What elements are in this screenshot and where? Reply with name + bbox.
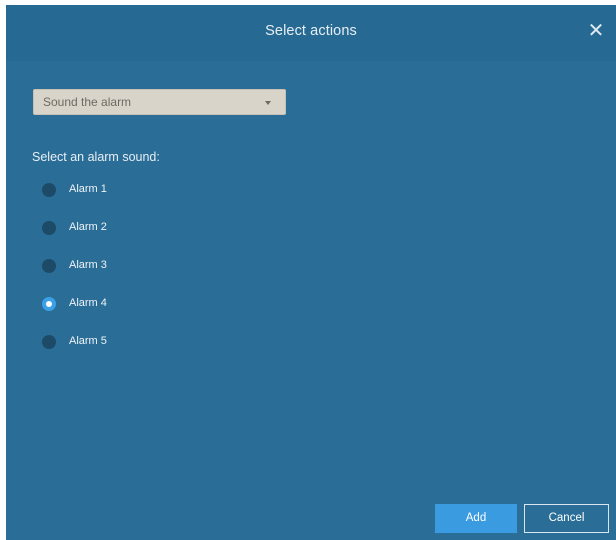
radio-label: Alarm 1	[69, 183, 107, 195]
radio-button[interactable]	[42, 221, 56, 235]
radio-button[interactable]	[42, 259, 56, 273]
dialog-header: Select actions ✕	[6, 5, 616, 61]
radio-button[interactable]	[42, 183, 56, 197]
radio-label: Alarm 3	[69, 259, 107, 271]
dialog-title: Select actions	[265, 23, 357, 39]
radio-label: Alarm 4	[69, 297, 107, 309]
radio-label: Alarm 2	[69, 221, 107, 233]
select-actions-dialog: Select actions ✕ Sound the alarm Select …	[6, 5, 616, 540]
radio-alarm-3[interactable]: Alarm 3	[42, 253, 242, 291]
radio-label: Alarm 5	[69, 335, 107, 347]
add-button[interactable]: Add	[435, 504, 517, 533]
alarm-sound-radio-group: Alarm 1 Alarm 2 Alarm 3 Alarm 4 Alarm 5	[42, 177, 242, 367]
radio-alarm-5[interactable]: Alarm 5	[42, 329, 242, 367]
radio-alarm-2[interactable]: Alarm 2	[42, 215, 242, 253]
chevron-down-icon	[265, 101, 271, 105]
action-select-value: Sound the alarm	[43, 95, 132, 109]
radio-button[interactable]	[42, 297, 56, 311]
radio-alarm-4[interactable]: Alarm 4	[42, 291, 242, 329]
radio-alarm-1[interactable]: Alarm 1	[42, 177, 242, 215]
action-select[interactable]: Sound the alarm	[33, 89, 286, 115]
alarm-sound-prompt: Select an alarm sound:	[32, 150, 160, 164]
radio-button[interactable]	[42, 335, 56, 349]
close-icon[interactable]: ✕	[586, 21, 606, 41]
cancel-button[interactable]: Cancel	[524, 504, 609, 533]
